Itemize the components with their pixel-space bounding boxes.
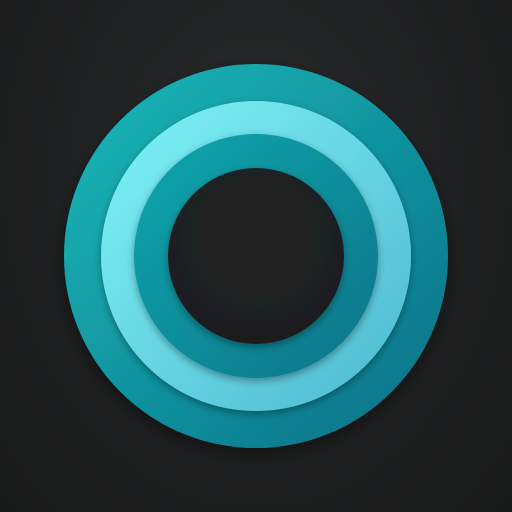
center-hole	[168, 168, 344, 344]
app-icon-canvas	[0, 0, 512, 512]
concentric-rings-icon	[64, 64, 448, 448]
